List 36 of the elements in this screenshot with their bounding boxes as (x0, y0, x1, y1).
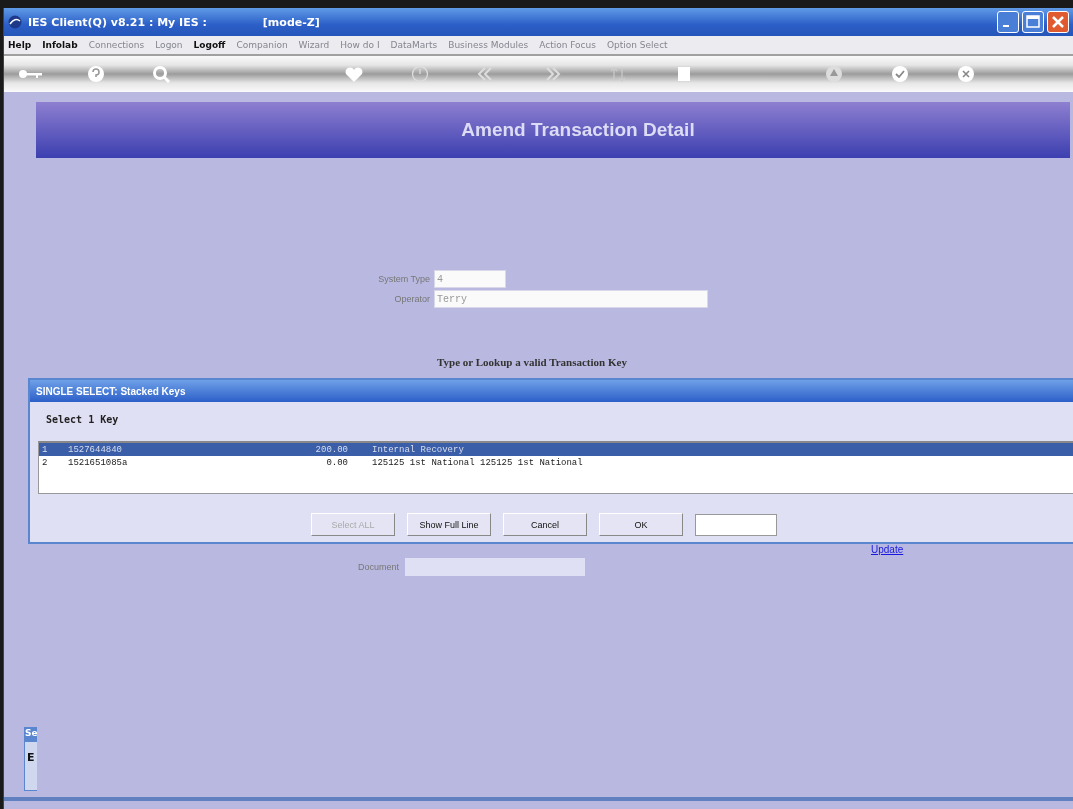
maximize-button[interactable] (1022, 11, 1044, 33)
minimize-button[interactable] (997, 11, 1019, 33)
page-title: Amend Transaction Detail (460, 119, 695, 141)
menu-item[interactable]: Help (8, 40, 32, 50)
input-field[interactable] (695, 513, 777, 536)
list-row[interactable]: 2 1521651085a 0.00 125125 1st National 125125 1st National (39, 456, 1073, 469)
row-key: 1527644840 (68, 444, 288, 455)
row-amount: 0.00 (325, 457, 348, 468)
field-label: System Type (377, 274, 430, 284)
side-window-text: E (27, 751, 35, 764)
instruction-text: Type or Lookup a valid Transaction Key (437, 356, 628, 368)
input-field[interactable]: 4 (434, 270, 506, 288)
close-button[interactable] (1047, 11, 1069, 33)
dialog-button[interactable]: Cancel (503, 513, 587, 536)
list-row[interactable]: 1 1527644840 200.00 Internal Recovery (39, 443, 1073, 456)
input-field[interactable] (405, 558, 585, 576)
mode-label: [mode-Z] (262, 15, 320, 29)
field-label: Operator (393, 294, 430, 304)
input-field[interactable]: Terry (434, 290, 708, 308)
row-key: 1521651085a (68, 457, 288, 468)
window-title: IES Client(Q) v8.21 : My IES : (28, 15, 207, 29)
field-label: Document (356, 562, 399, 572)
side-window-title: Se (25, 728, 37, 742)
menu-item[interactable]: Infolab (42, 40, 78, 50)
menu-item[interactable]: Logoff (193, 40, 226, 50)
row-number: 1 (41, 444, 49, 455)
row-description: Internal Recovery (372, 444, 464, 455)
row-description: 125125 1st National 125125 1st National (372, 457, 583, 468)
dialog-heading: Select 1 Key (46, 414, 120, 425)
row-number: 2 (41, 457, 49, 468)
dialog-button[interactable]: OK (599, 513, 683, 536)
dialog-title: SINGLE SELECT: Stacked Keys (36, 385, 186, 397)
dialog-button[interactable]: Show Full Line (407, 513, 491, 536)
update-link[interactable]: Update (871, 544, 904, 555)
row-amount: 200.00 (314, 444, 348, 455)
app-icon (8, 15, 22, 29)
